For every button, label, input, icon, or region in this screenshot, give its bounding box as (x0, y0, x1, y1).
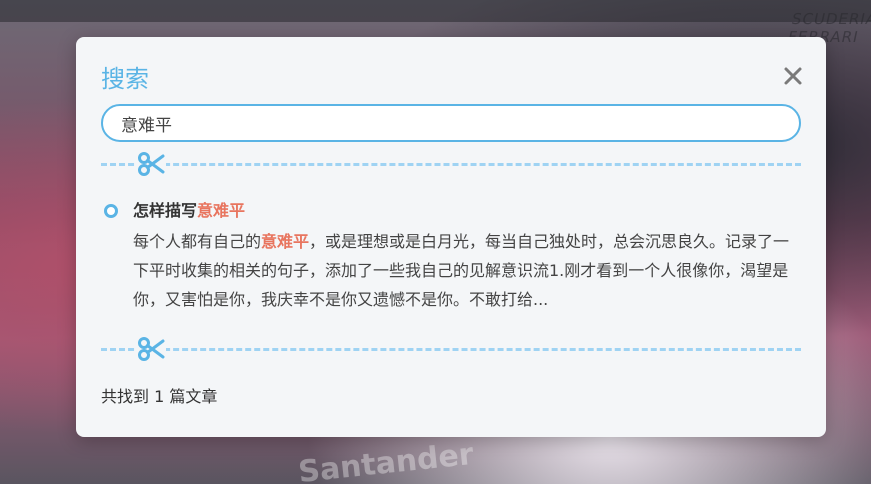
close-button[interactable] (776, 59, 810, 93)
close-icon (784, 67, 802, 85)
divider-top (101, 150, 801, 180)
dialog-title: 搜索 (101, 65, 149, 93)
result-excerpt: 每个人都有自己的意难平，或是理想或是白月光，每当自己独处时，总会沉思良久。记录了… (133, 227, 801, 314)
divider-bottom (101, 335, 801, 365)
bullet-circle-icon (104, 204, 118, 218)
result-title-highlight: 意难平 (197, 201, 246, 220)
dashed-line (101, 348, 801, 351)
excerpt-highlight: 意难平 (261, 232, 310, 251)
scissors-icon (136, 335, 166, 363)
result-title-prefix: 怎样描写 (133, 201, 198, 220)
dashed-line (101, 163, 801, 166)
result-title-link[interactable]: 怎样描写意难平 (133, 197, 245, 221)
top-bar (0, 0, 871, 22)
scissors-icon (136, 150, 166, 178)
search-input[interactable] (103, 106, 781, 140)
result-count: 共找到 1 篇文章 (101, 387, 218, 406)
search-dialog: 搜索 怎样描写意难平 每个人都有自己的意难平，或是理想或是白月光，每当自己独处时… (76, 37, 826, 437)
search-field[interactable] (101, 104, 801, 142)
excerpt-before: 每个人都有自己的 (133, 232, 262, 251)
